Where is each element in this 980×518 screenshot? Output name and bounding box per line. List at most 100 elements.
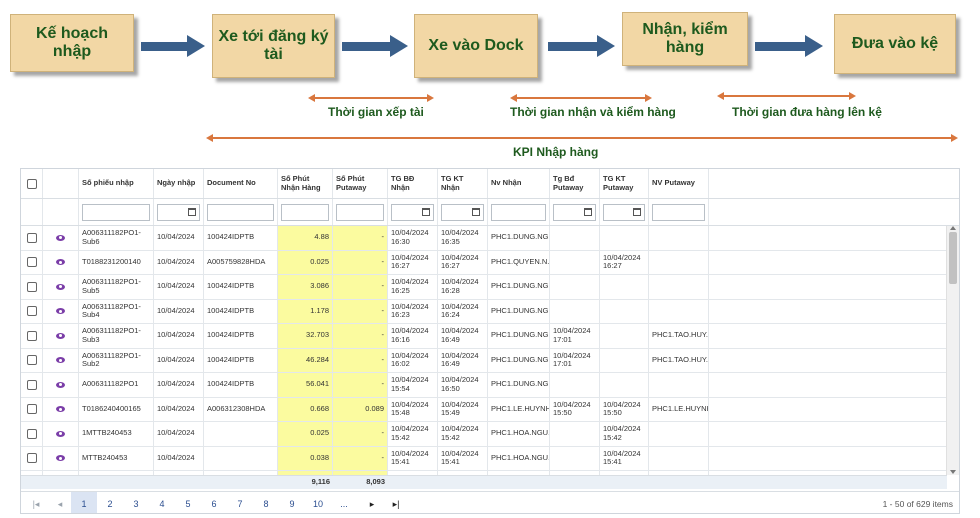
eye-icon[interactable]	[56, 308, 65, 315]
prev-page-icon[interactable]: ◂	[47, 492, 73, 513]
row-checkbox[interactable]	[26, 379, 37, 390]
filter-tg-bd-nhan-date[interactable]	[391, 203, 434, 221]
page-button[interactable]: 9	[279, 492, 305, 513]
table-row[interactable]: MTTB240453 10/04/2024 0.038-10/04/2024 15:…	[21, 446, 947, 471]
filter-tg-bd-putaway-date[interactable]	[553, 203, 596, 221]
filter-phut-nhan-input[interactable]	[281, 203, 329, 221]
cell-kt-nhan: 10/04/2024 16:50	[438, 373, 488, 397]
filter-cell	[21, 199, 43, 225]
cell-ngay: 10/04/2024	[154, 275, 204, 299]
cell-phut-put: -	[333, 422, 388, 446]
eye-icon[interactable]	[56, 259, 65, 266]
row-checkbox[interactable]	[26, 330, 37, 341]
header-ngay-nhap[interactable]: Ngày nhập	[154, 169, 204, 198]
row-checkbox[interactable]	[26, 428, 37, 439]
page-button[interactable]: 8	[253, 492, 279, 513]
row-select-cell	[21, 422, 43, 446]
row-checkbox[interactable]	[26, 257, 37, 268]
header-nv-nhan[interactable]: Nv Nhận	[488, 169, 550, 198]
page-ellipsis[interactable]: ...	[331, 492, 357, 513]
table-row[interactable]: A006311182PO1-Sub2 10/04/2024 100424IDPTB 4…	[21, 348, 947, 373]
cell-bd-put	[550, 422, 600, 446]
cell-nv-nhan: PHC1.DUNG.NG...	[488, 299, 550, 323]
filter-tg-kt-nhan-date[interactable]	[441, 203, 484, 221]
header-tg-bd-nhan[interactable]: TG BĐ Nhận	[388, 169, 438, 198]
page-button[interactable]: 6	[201, 492, 227, 513]
page-button[interactable]: 2	[97, 492, 123, 513]
page-button[interactable]: 5	[175, 492, 201, 513]
filter-so-phieu-input[interactable]	[82, 203, 150, 221]
filter-nv-putaway-input[interactable]	[652, 203, 705, 221]
scroll-thumb[interactable]	[949, 232, 957, 284]
page-button[interactable]: 4	[149, 492, 175, 513]
table-row[interactable]: A006311182PO1 10/04/2024 100424IDPTB 56.041…	[21, 373, 947, 398]
cell-phut-put: 0.089	[333, 397, 388, 421]
calendar-icon[interactable]	[472, 207, 480, 216]
row-select-cell	[21, 275, 43, 299]
filter-cell	[550, 199, 600, 225]
cell-kt-nhan: 10/04/2024 16:35	[438, 226, 488, 250]
header-so-phut-putaway[interactable]: Số Phút Putaway	[333, 169, 388, 198]
calendar-icon[interactable]	[633, 207, 641, 216]
step-xe-toi-dang-ky-tai: Xe tới đăng ký tài	[212, 14, 335, 78]
cell-kt-put	[600, 299, 649, 323]
table-row[interactable]: 1MTTB240453 10/04/2024 0.025-10/04/2024 15…	[21, 422, 947, 447]
row-select-cell	[21, 324, 43, 348]
row-checkbox[interactable]	[26, 306, 37, 317]
header-tg-kt-nhan[interactable]: TG KT Nhận	[438, 169, 488, 198]
calendar-icon[interactable]	[188, 207, 196, 216]
cell-bd-put: 10/04/2024 15:50	[550, 397, 600, 421]
header-tg-bd-putaway[interactable]: Tg Bđ Putaway	[550, 169, 600, 198]
pager-info: 1 - 50 of 629 items	[882, 499, 953, 509]
header-tg-kt-putaway[interactable]: TG KT Putaway	[600, 169, 649, 198]
cell-nv-put	[649, 373, 709, 397]
eye-icon[interactable]	[56, 234, 65, 241]
eye-icon[interactable]	[56, 283, 65, 290]
filter-document-no-input[interactable]	[207, 203, 274, 221]
calendar-icon[interactable]	[422, 207, 430, 216]
scroll-up-icon[interactable]	[950, 226, 956, 230]
cell-bd-nhan: 10/04/2024 15:54	[388, 373, 438, 397]
filter-ngay-nhap-date[interactable]	[157, 203, 200, 221]
table-row[interactable]: T0186240400165 10/04/2024 A006312308HDA 0.6…	[21, 397, 947, 422]
eye-icon[interactable]	[56, 406, 65, 413]
next-page-icon[interactable]: ▸	[359, 492, 385, 513]
eye-icon[interactable]	[56, 381, 65, 388]
table-row[interactable]: T0188231200140 10/04/2024 A005759828HDA 0.0…	[21, 250, 947, 275]
page-button[interactable]: 1	[71, 492, 97, 513]
cell-kt-put	[600, 348, 649, 372]
row-checkbox[interactable]	[26, 232, 37, 243]
table-row[interactable]: A006311182PO1-Sub4 10/04/2024 100424IDPTB 1…	[21, 299, 947, 324]
cell-so-phieu: A006311182PO1	[79, 373, 154, 397]
header-so-phieu-nhap[interactable]: Số phiếu nhập	[79, 169, 154, 198]
eye-icon[interactable]	[56, 455, 65, 462]
header-document-no[interactable]: Document No	[204, 169, 278, 198]
cell-phut-put: -	[333, 348, 388, 372]
row-checkbox[interactable]	[26, 404, 37, 415]
last-page-icon[interactable]: ▸|	[383, 492, 409, 513]
filter-phut-putaway-input[interactable]	[336, 203, 384, 221]
table-row[interactable]: A006311182PO1-Sub5 10/04/2024 100424IDPTB 3…	[21, 275, 947, 300]
page-button[interactable]: 3	[123, 492, 149, 513]
table-row[interactable]: A006311182PO1-Sub3 10/04/2024 100424IDPTB 3…	[21, 324, 947, 349]
table-row[interactable]: A006311182PO1-Sub6 10/04/2024 100424IDPTB 4…	[21, 226, 947, 251]
filter-nv-nhan-input[interactable]	[491, 203, 546, 221]
filter-cell	[488, 199, 550, 225]
row-checkbox[interactable]	[26, 453, 37, 464]
page-button[interactable]: 7	[227, 492, 253, 513]
eye-icon[interactable]	[56, 332, 65, 339]
eye-icon[interactable]	[56, 357, 65, 364]
row-checkbox[interactable]	[26, 281, 37, 292]
header-nv-putaway[interactable]: NV Putaway	[649, 169, 709, 198]
page-button[interactable]: 10	[305, 492, 331, 513]
eye-icon[interactable]	[56, 430, 65, 437]
cell-kt-nhan: 10/04/2024 15:41	[438, 446, 488, 470]
first-page-icon[interactable]: |◂	[23, 492, 49, 513]
vertical-scrollbar[interactable]	[946, 226, 959, 475]
header-so-phut-nhan-hang[interactable]: Số Phút Nhận Hàng	[278, 169, 333, 198]
calendar-icon[interactable]	[584, 207, 592, 216]
row-checkbox[interactable]	[26, 355, 37, 366]
filter-tg-kt-putaway-date[interactable]	[603, 203, 645, 221]
scroll-down-icon[interactable]	[950, 470, 956, 474]
select-all-checkbox[interactable]	[26, 178, 37, 189]
